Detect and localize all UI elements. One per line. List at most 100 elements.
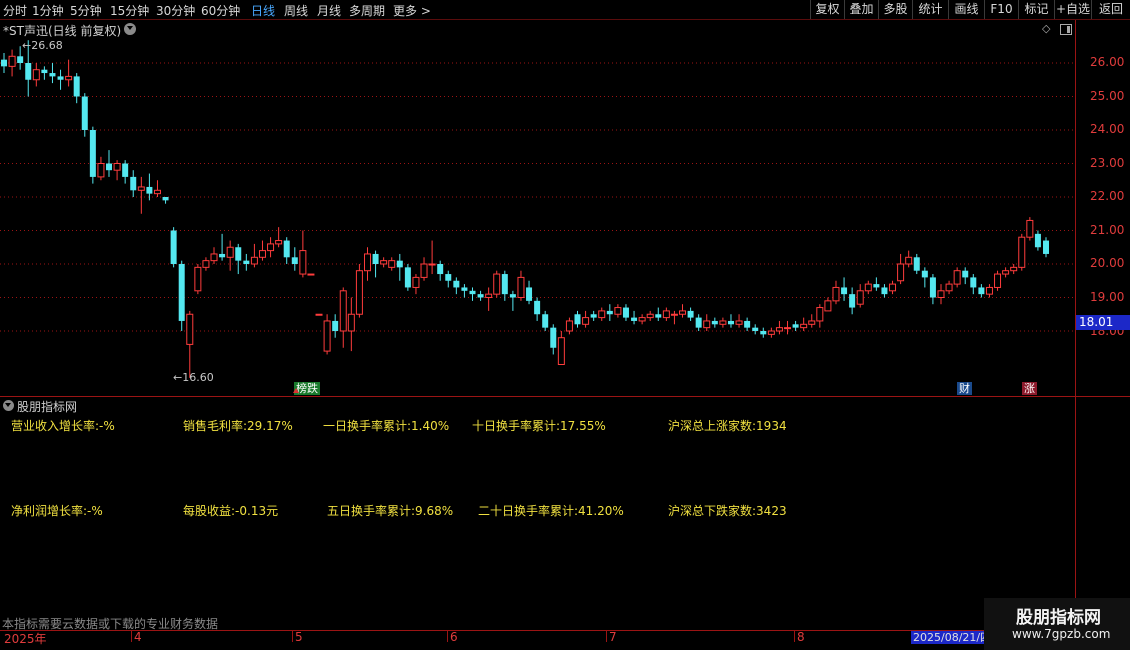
- candle[interactable]: [106, 150, 113, 177]
- candle[interactable]: [243, 253, 250, 271]
- candle[interactable]: [404, 264, 411, 291]
- candle[interactable]: [332, 314, 339, 338]
- candle[interactable]: [824, 297, 832, 312]
- candle[interactable]: [380, 257, 388, 268]
- candle[interactable]: [856, 284, 864, 308]
- candle[interactable]: [307, 273, 315, 276]
- candle[interactable]: [162, 197, 169, 204]
- candle[interactable]: [194, 264, 202, 295]
- candle[interactable]: [775, 320, 783, 335]
- candle[interactable]: [670, 310, 678, 325]
- candle[interactable]: [727, 314, 734, 328]
- candle[interactable]: [1002, 267, 1010, 278]
- candle[interactable]: [638, 314, 646, 325]
- candle[interactable]: [985, 284, 993, 298]
- candle[interactable]: [428, 240, 436, 275]
- candle[interactable]: [210, 247, 218, 264]
- candle[interactable]: [784, 320, 792, 335]
- kline-chart[interactable]: [0, 0, 1075, 395]
- candle[interactable]: [509, 290, 516, 311]
- candle[interactable]: [767, 327, 775, 338]
- candle[interactable]: [542, 310, 549, 331]
- candle[interactable]: [800, 317, 808, 331]
- candle[interactable]: [1018, 233, 1026, 271]
- back-button[interactable]: 返回: [1091, 0, 1130, 19]
- candle[interactable]: [929, 274, 936, 305]
- candle[interactable]: [873, 277, 880, 291]
- candle[interactable]: [8, 49, 16, 77]
- candle[interactable]: [1043, 237, 1049, 258]
- candle[interactable]: [355, 264, 363, 318]
- candle[interactable]: [258, 240, 266, 261]
- candle[interactable]: [937, 284, 945, 305]
- candle[interactable]: [945, 280, 953, 295]
- candle[interactable]: [970, 274, 977, 295]
- candle[interactable]: [130, 170, 137, 197]
- candle[interactable]: [913, 253, 920, 275]
- candle[interactable]: [735, 314, 743, 328]
- candle[interactable]: [339, 287, 347, 348]
- candle[interactable]: [534, 297, 541, 321]
- candle[interactable]: [719, 317, 727, 328]
- candle[interactable]: [41, 66, 48, 80]
- candle[interactable]: [744, 317, 751, 331]
- candle[interactable]: [905, 250, 913, 268]
- candle[interactable]: [646, 310, 654, 321]
- candle[interactable]: [32, 63, 40, 87]
- candle[interactable]: [557, 331, 565, 366]
- candle[interactable]: [235, 243, 242, 275]
- candle[interactable]: [994, 270, 1002, 291]
- candle[interactable]: [388, 257, 396, 271]
- candle[interactable]: [347, 297, 355, 352]
- candle[interactable]: [153, 180, 161, 197]
- candle[interactable]: [598, 307, 606, 321]
- candle[interactable]: [57, 69, 64, 90]
- candle[interactable]: [186, 310, 194, 378]
- candle[interactable]: [881, 284, 888, 298]
- candle[interactable]: [81, 93, 88, 137]
- candle[interactable]: [864, 280, 872, 295]
- candle[interactable]: [461, 284, 468, 298]
- candle[interactable]: [396, 253, 403, 281]
- candle[interactable]: [662, 307, 670, 321]
- chevron-down-icon[interactable]: [3, 400, 14, 411]
- candle[interactable]: [832, 280, 840, 305]
- candle[interactable]: [73, 73, 80, 104]
- candle[interactable]: [412, 274, 420, 295]
- candle[interactable]: [1026, 217, 1034, 241]
- candle[interactable]: [687, 307, 694, 321]
- candle[interactable]: [897, 253, 905, 285]
- candle[interactable]: [953, 267, 961, 288]
- tag-rise[interactable]: 涨: [1022, 382, 1037, 395]
- candle[interactable]: [89, 126, 96, 184]
- candle[interactable]: [921, 267, 928, 288]
- candle[interactable]: [1, 52, 7, 74]
- candle[interactable]: [250, 243, 258, 268]
- candle[interactable]: [526, 280, 533, 305]
- candle[interactable]: [283, 237, 290, 264]
- candle[interactable]: [622, 304, 629, 321]
- candle[interactable]: [122, 160, 129, 184]
- candle[interactable]: [550, 324, 557, 355]
- candle[interactable]: [565, 317, 573, 335]
- candle[interactable]: [315, 313, 323, 316]
- candle[interactable]: [485, 287, 493, 311]
- candle[interactable]: [614, 304, 622, 318]
- candle[interactable]: [469, 287, 476, 301]
- candle[interactable]: [849, 287, 856, 315]
- candle[interactable]: [889, 280, 897, 295]
- candle[interactable]: [146, 173, 153, 201]
- candle[interactable]: [808, 314, 816, 328]
- candle[interactable]: [372, 250, 379, 278]
- indicator-title[interactable]: 股朋指标网: [17, 398, 77, 415]
- candle[interactable]: [574, 310, 581, 328]
- candle[interactable]: [962, 267, 969, 285]
- candle[interactable]: [816, 304, 824, 328]
- tag-bangdie[interactable]: 榜跌: [293, 382, 320, 395]
- candle[interactable]: [299, 230, 307, 278]
- candle[interactable]: [323, 314, 331, 355]
- candle[interactable]: [792, 320, 799, 331]
- candle[interactable]: [679, 304, 687, 318]
- candle[interactable]: [219, 233, 226, 261]
- candle[interactable]: [445, 270, 452, 288]
